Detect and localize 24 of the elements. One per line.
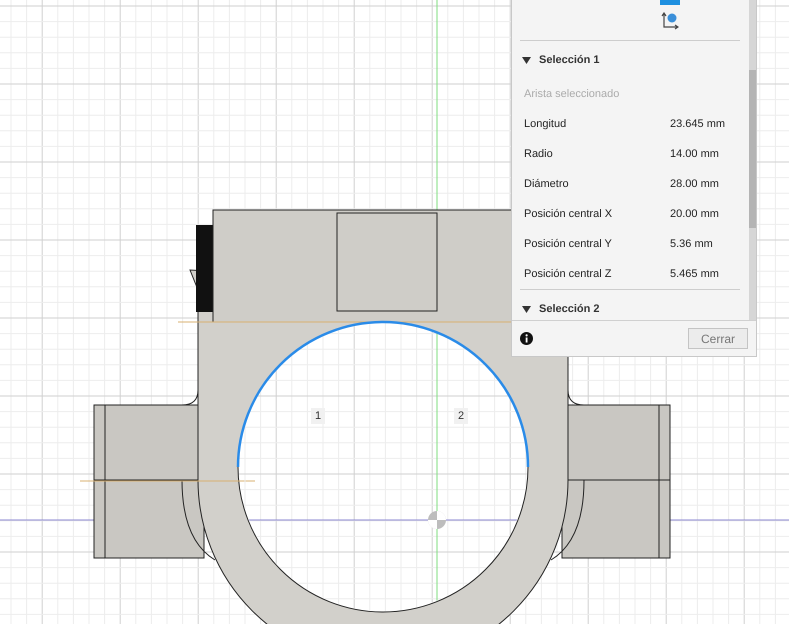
scrollbar-thumb[interactable] bbox=[749, 70, 756, 228]
section-title[interactable]: Selección 1 bbox=[539, 54, 600, 66]
collapse-triangle-icon[interactable] bbox=[522, 56, 531, 64]
property-value: 5.465 mm bbox=[670, 268, 720, 280]
property-value: 23.645 mm bbox=[670, 118, 726, 130]
selection-marker: 2 bbox=[454, 408, 468, 424]
info-icon[interactable] bbox=[520, 332, 533, 345]
property-value: 14.00 mm bbox=[670, 148, 720, 160]
section-title[interactable]: Selección 2 bbox=[539, 303, 600, 315]
property-label: Posición central X bbox=[524, 208, 614, 220]
collapse-triangle-icon[interactable] bbox=[522, 306, 531, 312]
property-label: Posición central Y bbox=[524, 238, 613, 250]
property-label: Posición central Z bbox=[524, 268, 612, 280]
property-value: 28.00 mm bbox=[670, 178, 720, 190]
property-label: Diámetro bbox=[524, 178, 570, 190]
selection-marker: 1 bbox=[311, 408, 326, 424]
property-value: 5.36 mm bbox=[670, 238, 714, 250]
coordinate-axes-icon[interactable] bbox=[661, 12, 679, 30]
edge-caption: Arista seleccionado bbox=[524, 88, 620, 100]
property-value: 20.00 mm bbox=[670, 208, 720, 220]
selected-toggle[interactable] bbox=[660, 0, 680, 5]
close-button[interactable]: Cerrar bbox=[688, 328, 748, 349]
property-label: Longitud bbox=[524, 118, 568, 130]
property-label: Radio bbox=[524, 148, 554, 160]
